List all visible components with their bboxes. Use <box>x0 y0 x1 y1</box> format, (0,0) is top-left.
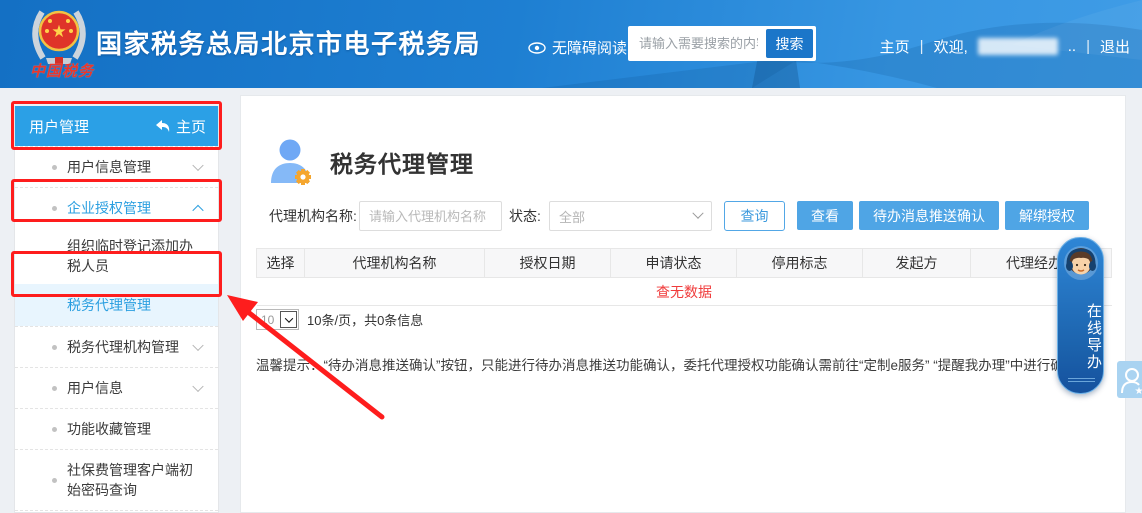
logout-link[interactable]: 退出 <box>1100 36 1130 57</box>
status-select[interactable]: 全部 <box>549 201 712 231</box>
online-guide-widget[interactable]: 在线导办 <box>1057 237 1104 394</box>
accessibility-link[interactable]: 无障碍阅读 <box>528 37 627 58</box>
main-panel: 税务代理管理 代理机构名称: 状态: 全部 查询 查看 待办消息推送确认 解绑授… <box>240 95 1126 513</box>
top-banner: ★ 中国税务 国家税务总局北京市电子税务局 无障碍阅读 搜索 主页 | 欢迎, … <box>0 0 1142 88</box>
status-label: 状态: <box>509 201 541 231</box>
empty-data-text: 查无数据 <box>257 278 1112 306</box>
bullet-icon <box>52 427 57 432</box>
favorite-contact-icon[interactable]: ★ <box>1117 361 1142 398</box>
col-agency-name: 代理机构名称 <box>305 249 485 278</box>
back-arrow-icon <box>155 119 171 133</box>
unbind-auth-button[interactable]: 解绑授权 <box>1005 201 1089 230</box>
sidebar-title: 用户管理 <box>29 116 89 137</box>
nav-separator: | <box>920 38 924 55</box>
svg-text:★: ★ <box>1134 386 1142 395</box>
sidebar-item-enterprise-auth-mgmt[interactable]: 企业授权管理 <box>15 187 218 228</box>
sidebar-home-label: 主页 <box>176 116 206 137</box>
user-nav: 主页 | 欢迎, .. | 退出 <box>880 36 1130 57</box>
page-size-select[interactable]: 10 <box>256 309 299 330</box>
filter-bar: 代理机构名称: 状态: 全部 查询 查看 待办消息推送确认 解绑授权 <box>269 201 1109 231</box>
header-search: 搜索 <box>628 26 816 61</box>
widget-decoration <box>1068 378 1095 379</box>
user-gear-icon <box>269 138 314 186</box>
chevron-up-icon <box>192 205 203 216</box>
bullet-icon <box>52 478 57 483</box>
pagination: 10 10条/页，共0条信息 <box>256 309 423 330</box>
page-size-value: 10 <box>257 313 279 327</box>
eye-icon <box>528 42 546 54</box>
welcome-label: 欢迎, <box>934 36 968 57</box>
chevron-down-icon <box>692 208 703 219</box>
chevron-down-icon <box>192 160 203 171</box>
username-suffix: .. <box>1068 38 1076 55</box>
col-apply-status: 申请状态 <box>611 249 737 278</box>
online-guide-label: 在线导办 <box>1058 294 1103 380</box>
sidebar-item-label: 功能收藏管理 <box>67 419 151 439</box>
page-title: 税务代理管理 <box>330 145 474 179</box>
agency-name-label: 代理机构名称: <box>269 201 357 231</box>
assistant-avatar <box>1062 244 1100 284</box>
sidebar-subitem-tax-agency-mgmt[interactable]: 税务代理管理 <box>15 284 218 326</box>
sidebar-item-label: 税务代理管理 <box>67 295 151 315</box>
nav-separator: | <box>1086 38 1090 55</box>
sidebar-item-label: 社保费管理客户端初始密码查询 <box>67 460 206 500</box>
chevron-down-icon <box>192 381 203 392</box>
agency-name-input[interactable] <box>359 201 502 231</box>
person-star-icon: ★ <box>1120 365 1142 395</box>
sidebar: 用户管理 主页 用户信息管理 企业授权管理 组织临时登记添加办税人员 税务代理管… <box>14 106 219 513</box>
pending-message-confirm-button[interactable]: 待办消息推送确认 <box>859 201 999 230</box>
sidebar-item-label: 企业授权管理 <box>67 198 151 218</box>
page-header: 税务代理管理 <box>269 138 474 186</box>
status-select-value: 全部 <box>559 207 585 226</box>
pagination-info: 10条/页，共0条信息 <box>307 310 423 329</box>
sidebar-item-label: 用户信息管理 <box>67 157 151 177</box>
bullet-icon <box>52 386 57 391</box>
national-emblem-logo: ★ <box>26 4 92 68</box>
masked-username <box>978 38 1058 55</box>
chevron-down-icon <box>192 340 203 351</box>
query-button[interactable]: 查询 <box>724 201 785 231</box>
dropdown-arrow-icon <box>280 311 297 328</box>
sidebar-item-label: 税务代理机构管理 <box>67 337 179 357</box>
bullet-icon <box>52 206 57 211</box>
nav-home-link[interactable]: 主页 <box>880 36 910 57</box>
sidebar-header: 用户管理 主页 <box>15 106 218 146</box>
sidebar-item-label: 用户信息 <box>67 378 123 398</box>
col-auth-date: 授权日期 <box>485 249 611 278</box>
app-window: ★ 中国税务 国家税务总局北京市电子税务局 无障碍阅读 搜索 主页 | 欢迎, … <box>0 0 1142 513</box>
col-initiator: 发起方 <box>863 249 971 278</box>
view-button[interactable]: 查看 <box>797 201 853 230</box>
sidebar-item-favorites-mgmt[interactable]: 功能收藏管理 <box>15 408 218 449</box>
search-button[interactable]: 搜索 <box>766 29 813 58</box>
sidebar-item-agency-org-mgmt[interactable]: 税务代理机构管理 <box>15 326 218 367</box>
action-buttons: 查看 待办消息推送确认 解绑授权 <box>797 201 1089 230</box>
table-empty-row: 查无数据 <box>257 278 1112 306</box>
col-disable-flag: 停用标志 <box>737 249 863 278</box>
sidebar-item-social-insurance-password[interactable]: 社保费管理客户端初始密码查询 <box>15 449 218 510</box>
accessibility-label: 无障碍阅读 <box>552 37 627 58</box>
sidebar-home-link[interactable]: 主页 <box>155 116 206 137</box>
sidebar-item-user-info-mgmt[interactable]: 用户信息管理 <box>15 146 218 187</box>
site-title: 国家税务总局北京市电子税务局 <box>96 24 481 61</box>
agency-table: 选择 代理机构名称 授权日期 申请状态 停用标志 发起方 代理经办人 查无数据 <box>256 248 1112 306</box>
sidebar-item-label: 组织临时登记添加办税人员 <box>67 236 206 276</box>
bullet-icon <box>52 345 57 350</box>
col-select: 选择 <box>257 249 305 278</box>
sidebar-item-user-info[interactable]: 用户信息 <box>15 367 218 408</box>
search-input[interactable] <box>631 36 766 51</box>
bullet-icon <box>52 165 57 170</box>
brand-calligraphy: 中国税务 <box>24 60 100 81</box>
tip-text: 温馨提示：“待办消息推送确认”按钮，只能进行待办消息推送功能确认，委托代理授权功… <box>256 354 1142 374</box>
sidebar-subitem-temp-registration[interactable]: 组织临时登记添加办税人员 <box>15 228 218 284</box>
table-header-row: 选择 代理机构名称 授权日期 申请状态 停用标志 发起方 代理经办人 <box>257 249 1112 278</box>
svg-text:★: ★ <box>51 22 66 41</box>
